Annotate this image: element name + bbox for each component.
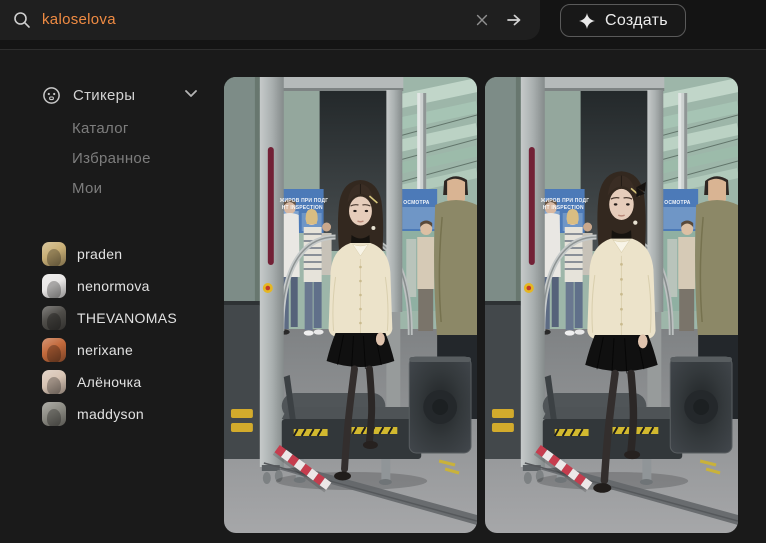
avatar [42,402,66,426]
user-name: THEVANOMAS [77,310,177,326]
result-card-2[interactable]: ЖИРОВ ПРИ ПОДГ НТ INSPECTION ОСМОТРА [485,77,738,533]
result-card-1[interactable]: ЖИРОВ ПРИ ПОДГ НТ INSPECTION ОСМОТРА [224,77,477,533]
avatar [42,370,66,394]
create-button-label: Создать [605,12,668,30]
svg-text:ЖИРОВ ПРИ ПОДГ: ЖИРОВ ПРИ ПОДГ [540,198,590,204]
user-row-thevanomas[interactable]: THEVANOMAS [0,302,224,334]
sidebar-section-stickers[interactable]: Стикеры [0,84,224,106]
submit-search-button[interactable] [502,8,526,32]
create-button[interactable]: Создать [560,4,686,37]
avatar [42,274,66,298]
user-row-maddyson[interactable]: maddyson [0,398,224,430]
avatar [42,242,66,266]
svg-text:ОСМОТРА: ОСМОТРА [664,200,691,206]
sidebar: Стикеры Каталог Избранное Мои praden nen… [0,51,224,543]
sticker-smiley-icon [42,86,61,105]
user-row-nerixane[interactable]: nerixane [0,334,224,366]
sparkle-icon [578,12,596,30]
search-query-text: kaloselova [42,0,116,40]
search-input[interactable]: kaloselova [0,0,540,40]
result-photo-1: ЖИРОВ ПРИ ПОДГ НТ INSPECTION ОСМОТРА [224,77,477,533]
results-grid: ЖИРОВ ПРИ ПОДГ НТ INSPECTION ОСМОТРА ЖИР… [224,77,738,533]
top-bar: kaloselova Создать [0,0,766,50]
clear-search-button[interactable] [470,8,494,32]
avatar [42,338,66,362]
sidebar-link-mine[interactable]: Мои [72,181,224,197]
user-row-alenochka[interactable]: Алёночка [0,366,224,398]
chevron-down-icon [185,90,197,98]
user-name: praden [77,246,122,262]
avatar [42,306,66,330]
search-icon [13,11,31,29]
sidebar-user-list: praden nenormova THEVANOMAS nerixane Алё… [0,238,224,430]
user-name: Алёночка [77,374,141,390]
user-name: nenormova [77,278,150,294]
user-row-nenormova[interactable]: nenormova [0,270,224,302]
user-name: nerixane [77,342,133,358]
user-row-praden[interactable]: praden [0,238,224,270]
svg-text:ОСМОТРА: ОСМОТРА [403,200,430,206]
arrow-right-icon [505,11,523,29]
sidebar-link-catalog[interactable]: Каталог [72,121,224,137]
sidebar-link-favorites[interactable]: Избранное [72,151,224,167]
sidebar-links: Каталог Избранное Мои [72,121,224,197]
sidebar-section-label: Стикеры [73,87,135,104]
user-name: maddyson [77,406,144,422]
result-photo-2: ЖИРОВ ПРИ ПОДГ НТ INSPECTION ОСМОТРА [485,77,738,533]
svg-text:НТ INSPECTION: НТ INSPECTION [543,205,584,211]
close-icon [474,12,490,28]
svg-text:НТ INSPECTION: НТ INSPECTION [282,205,323,211]
svg-text:ЖИРОВ ПРИ ПОДГ: ЖИРОВ ПРИ ПОДГ [279,198,329,204]
